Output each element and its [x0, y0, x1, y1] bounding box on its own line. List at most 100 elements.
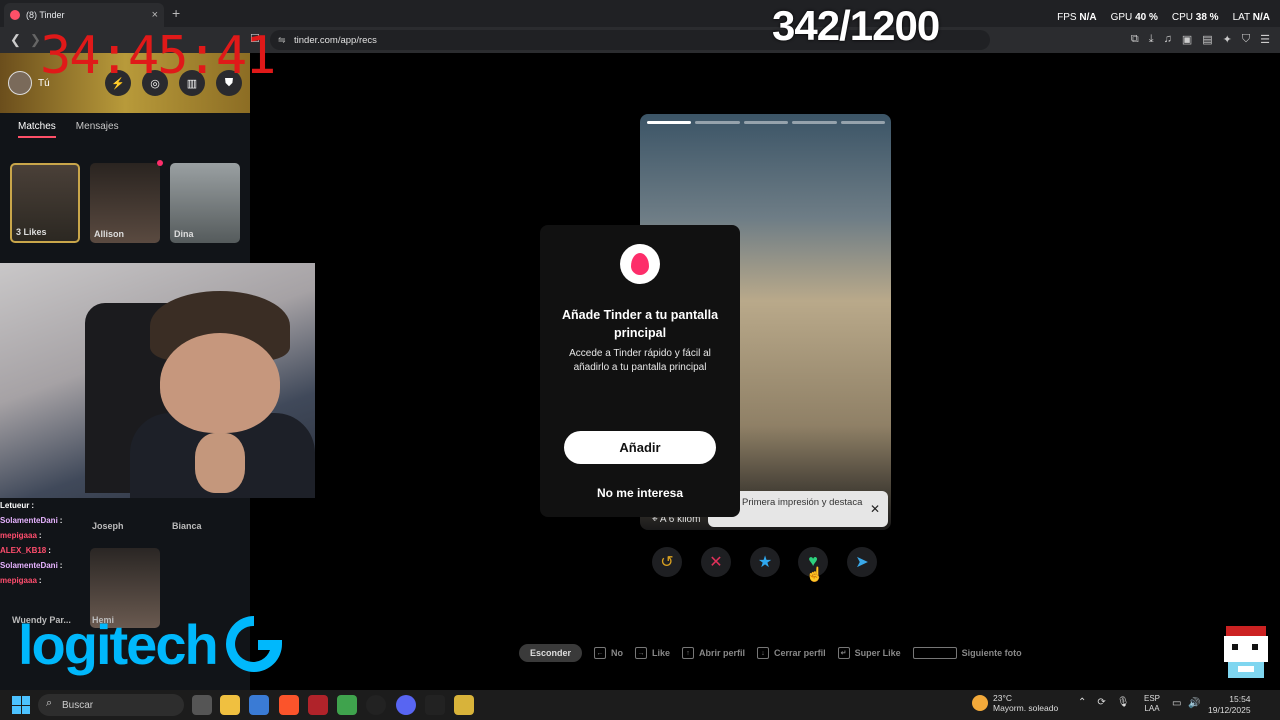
- file-explorer-icon[interactable]: [220, 695, 240, 715]
- capcut-icon[interactable]: [425, 695, 445, 715]
- tab-close-button[interactable]: ×: [152, 9, 158, 21]
- chevron-up-icon[interactable]: ⌃: [1078, 697, 1086, 708]
- stream-timer: 34:45:41: [40, 26, 276, 86]
- chat-separator: :: [31, 501, 35, 510]
- tab-title: (8) Tinder: [26, 10, 65, 20]
- hint-no: ← No: [594, 647, 623, 659]
- weather-widget[interactable]: 23°C Mayorm. soleado: [972, 693, 1058, 713]
- chat-separator: :: [38, 576, 42, 585]
- pixel-mascot-icon: [1224, 626, 1268, 678]
- lat-label: LAT: [1232, 12, 1250, 23]
- store-icon[interactable]: [249, 695, 269, 715]
- discord-icon[interactable]: [396, 695, 416, 715]
- gpu-value: 40 %: [1135, 12, 1158, 23]
- performance-stats: FPS N/A GPU 40 % CPU 38 % LAT N/A: [1057, 12, 1270, 23]
- tinder-logo-icon: [620, 244, 660, 284]
- date: 19/12/2025: [1208, 705, 1251, 715]
- chat-separator: :: [38, 531, 42, 540]
- super-like-button[interactable]: ★: [750, 547, 780, 577]
- hint-label: Like: [652, 648, 671, 658]
- chat-message: SolamenteDani:: [0, 513, 90, 528]
- chat-message: mepigaaa:: [0, 528, 90, 543]
- back-icon[interactable]: ❮: [10, 32, 21, 48]
- match-name-bianca[interactable]: Bianca: [172, 521, 202, 531]
- chat-username: ALEX_KB18: [0, 546, 47, 555]
- hand-cursor-icon: ☝: [806, 566, 824, 582]
- match-label: 3 Likes: [16, 227, 47, 237]
- chat-message: Letueur:: [0, 498, 90, 513]
- modal-title: Añade Tinder a tu pantalla principal: [561, 308, 719, 340]
- download-icon[interactable]: ⤓: [1149, 33, 1154, 46]
- photo-progress-bars: [647, 121, 886, 124]
- notepad-icon[interactable]: [337, 695, 357, 715]
- display-icon[interactable]: ▭: [1172, 698, 1181, 709]
- match-name-joseph[interactable]: Joseph: [92, 521, 124, 531]
- microphone-icon[interactable]: 🎙: [1117, 697, 1130, 708]
- browser-toolbar-icons: ⧉ ⤓ ♫ ▣ ▤ ✦ ⛉ ☰: [1131, 33, 1270, 46]
- chat-username: mepigaaa: [0, 531, 37, 540]
- volume-icon[interactable]: 🔊: [1188, 698, 1200, 709]
- hint-next-photo: Siguiente foto: [912, 647, 1022, 659]
- task-view-icon[interactable]: [192, 695, 212, 715]
- new-tab-button[interactable]: +: [172, 5, 180, 21]
- shield-icon[interactable]: ⛉: [1242, 33, 1250, 46]
- tooltip-close-icon[interactable]: ✕: [870, 502, 880, 516]
- brave-browser-icon[interactable]: [279, 695, 299, 715]
- arrow-right-key-icon: →: [635, 647, 648, 659]
- stream-chat: Letueur: SolamenteDani: mepigaaa: ALEX_KB18…: [0, 498, 90, 588]
- not-interested-button[interactable]: No me interesa: [560, 486, 720, 500]
- match-label: Dina: [174, 229, 194, 239]
- chat-username: SolamenteDani: [0, 516, 58, 525]
- fps-label: FPS: [1057, 12, 1077, 23]
- music-icon[interactable]: ♫: [1164, 33, 1172, 46]
- chat-separator: :: [59, 561, 63, 570]
- sidebar-icon[interactable]: ▣: [1182, 33, 1192, 46]
- rewind-button[interactable]: ↺: [652, 547, 682, 577]
- tab-messages[interactable]: Mensajes: [76, 121, 119, 138]
- chat-separator: :: [48, 546, 51, 555]
- menu-icon[interactable]: ☰: [1260, 33, 1270, 46]
- webcam-feed: [0, 263, 315, 498]
- chat-username: mepigaaa: [0, 576, 37, 585]
- language-indicator[interactable]: ESP LAA: [1144, 694, 1160, 714]
- hint-super-like: ↵ Super Like: [837, 647, 901, 659]
- chat-message: mepigaaa:: [0, 573, 90, 588]
- hint-label: Cerrar perfil: [774, 648, 826, 658]
- taskbar-clock[interactable]: 15:54 19/12/2025: [1208, 694, 1251, 716]
- send-button[interactable]: ➤: [847, 547, 877, 577]
- video-app-icon[interactable]: [308, 695, 328, 715]
- fps-value: N/A: [1079, 12, 1097, 23]
- arrow-down-key-icon: ↓: [757, 647, 770, 659]
- browser-tab[interactable]: (8) Tinder ×: [4, 3, 164, 27]
- system-tray: ⌃ ⟳ 🎙: [1078, 697, 1129, 708]
- nope-button[interactable]: ✕: [701, 547, 731, 577]
- new-match-dot: [157, 160, 163, 166]
- chat-username: SolamenteDani: [0, 561, 58, 570]
- chat-separator: :: [59, 516, 63, 525]
- lang-top: ESP: [1144, 694, 1161, 703]
- obs-icon[interactable]: [366, 695, 386, 715]
- windows-start-icon[interactable]: [12, 696, 30, 714]
- cpu-value: 38 %: [1195, 12, 1219, 23]
- sync-icon[interactable]: ⟳: [1097, 697, 1105, 708]
- temperature: 23°C: [993, 693, 1012, 703]
- match-card-dina[interactable]: Dina: [170, 163, 240, 243]
- avatar[interactable]: [8, 71, 32, 95]
- app-icon[interactable]: [454, 695, 474, 715]
- lang-bottom: LAA: [1144, 704, 1160, 713]
- add-button[interactable]: Añadir: [564, 431, 716, 464]
- screenshot-icon[interactable]: ⧉: [1131, 33, 1139, 46]
- streamer-hand: [195, 433, 245, 493]
- hide-hints-button[interactable]: Esconder: [519, 644, 583, 662]
- match-card-likes[interactable]: 3 Likes: [10, 163, 80, 243]
- hint-label: Siguiente foto: [961, 648, 1022, 658]
- lat-value: N/A: [1252, 12, 1270, 23]
- tab-matches[interactable]: Matches: [18, 121, 56, 138]
- logitech-logo: logitech: [18, 613, 219, 676]
- tooltip-text: Primera impresión y destaca: [742, 497, 863, 508]
- match-card-allison[interactable]: Allison: [90, 163, 160, 243]
- wallet-icon[interactable]: ▤: [1202, 33, 1212, 46]
- ai-icon[interactable]: ✦: [1223, 33, 1232, 46]
- chat-message: SolamenteDani:: [0, 558, 90, 573]
- taskbar-search-input[interactable]: Buscar: [38, 694, 184, 716]
